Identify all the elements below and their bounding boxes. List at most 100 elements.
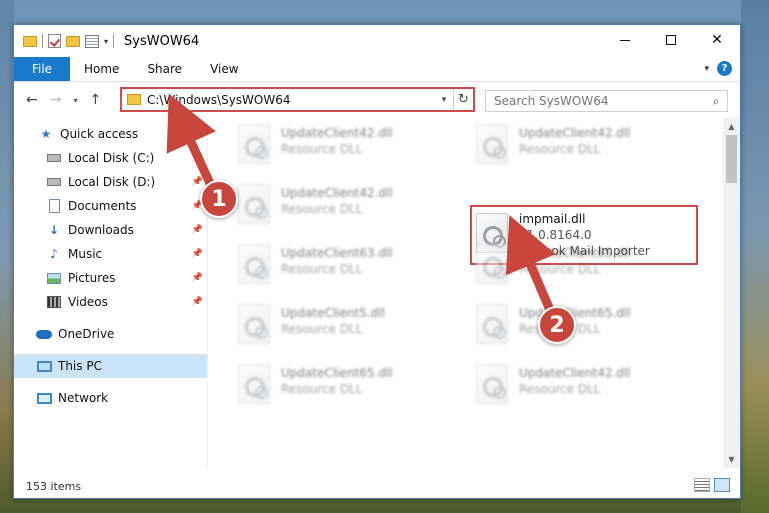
toolbar-divider	[42, 34, 43, 48]
close-icon: ✕	[711, 32, 723, 48]
list-item[interactable]: UpdateClient65.dll Resource DLL	[238, 362, 458, 412]
sidebar-item-label: Network	[58, 391, 109, 405]
address-dropdown-chevron-icon[interactable]: ▾	[435, 95, 453, 105]
tab-home[interactable]: Home	[70, 57, 133, 81]
maximize-button[interactable]	[648, 25, 694, 55]
sidebar-item-music[interactable]: ♪ Music 📌	[14, 242, 207, 266]
list-item[interactable]: UpdateClient42.dll Resource DLL	[476, 362, 696, 412]
desktop-background-left	[0, 0, 14, 513]
scroll-down-arrow-icon[interactable]: ▼	[723, 451, 740, 468]
list-item[interactable]: UpdateClient65.dll Resource DLL	[476, 302, 696, 352]
file-type: Resource DLL	[519, 262, 601, 276]
new-folder-icon[interactable]	[66, 35, 80, 47]
recent-locations-chevron-icon[interactable]: ▾	[73, 96, 77, 105]
file-name: UpdateClient42.dll	[519, 366, 631, 380]
step-2-callout: 2	[538, 306, 576, 344]
step-1-callout: 1	[200, 180, 238, 218]
documents-icon	[46, 199, 62, 213]
tab-file[interactable]: File	[14, 57, 70, 81]
file-version: 11.0.8164.0	[519, 228, 592, 242]
dll-file-icon	[476, 304, 508, 344]
customize-toolbar-chevron-icon[interactable]: ▾	[104, 37, 108, 46]
file-name: UpdateClient63.dll	[281, 246, 393, 260]
vertical-scrollbar[interactable]: ▲ ▼	[723, 118, 740, 468]
sidebar-item-label: This PC	[58, 359, 102, 373]
expand-ribbon-chevron-icon[interactable]: ▾	[704, 64, 709, 74]
title-bar: ▾ SysWOW64 ✕	[14, 25, 740, 57]
address-path[interactable]: C:\Windows\SysWOW64	[147, 93, 435, 107]
view-properties-icon[interactable]	[85, 34, 99, 48]
details-view-icon[interactable]	[694, 478, 710, 492]
item-count: 153 items	[26, 479, 82, 493]
list-item[interactable]: UpdateClient42.dll Resource DLL	[476, 122, 696, 172]
folder-icon[interactable]	[23, 35, 37, 47]
tab-share[interactable]: Share	[133, 57, 196, 81]
ribbon-tabs: File Home Share View ▾ ?	[14, 57, 740, 82]
pin-icon[interactable]: 📌	[192, 153, 203, 163]
dll-file-icon	[476, 124, 508, 164]
sidebar-item-documents[interactable]: Documents 📌	[14, 194, 207, 218]
list-item[interactable]: UpdateClient63.dll Resource DLL	[238, 242, 458, 292]
properties-check-icon[interactable]	[48, 34, 61, 48]
refresh-icon[interactable]: ↻	[453, 89, 473, 110]
sidebar-item-label: Pictures	[68, 271, 116, 285]
dll-file-icon	[238, 244, 270, 284]
pin-icon[interactable]: 📌	[192, 273, 203, 283]
folder-icon	[127, 94, 141, 105]
search-box[interactable]: ⌕	[485, 90, 728, 112]
network-icon	[36, 391, 52, 405]
large-icons-view-icon[interactable]	[714, 478, 730, 492]
file-type: Resource DLL	[281, 262, 363, 276]
scroll-up-arrow-icon[interactable]: ▲	[723, 118, 740, 135]
file-name: UpdateClient42.dll	[281, 186, 393, 200]
list-item[interactable]: UpdateClient42.dll Resource DLL	[238, 182, 458, 232]
minimize-button[interactable]	[602, 25, 648, 55]
search-icon[interactable]: ⌕	[705, 94, 727, 109]
file-type: Resource DLL	[281, 142, 363, 156]
help-button[interactable]: ?	[717, 61, 732, 76]
tab-view[interactable]: View	[196, 57, 252, 81]
address-bar[interactable]: C:\Windows\SysWOW64 ▾ ↻	[120, 87, 475, 112]
address-row: ← → ▾ ↑ C:\Windows\SysWOW64 ▾ ↻ ⌕	[14, 82, 740, 118]
pin-icon[interactable]: 📌	[192, 249, 203, 259]
list-item[interactable]: UpdateClient5.dll Resource DLL	[238, 302, 458, 352]
sidebar-item-label: Documents	[68, 199, 137, 213]
toolbar-divider	[113, 34, 115, 48]
sidebar-item-local-disk-c[interactable]: Local Disk (C:) 📌	[14, 146, 207, 170]
sidebar-item-videos[interactable]: Videos 📌	[14, 290, 207, 314]
search-input[interactable]	[494, 94, 705, 108]
sidebar-item-downloads[interactable]: ↓ Downloads 📌	[14, 218, 207, 242]
window-title: SysWOW64	[124, 33, 200, 49]
sidebar-item-this-pc[interactable]: This PC	[14, 354, 207, 378]
downloads-icon: ↓	[48, 223, 60, 237]
sidebar-item-label: Music	[68, 247, 103, 261]
sidebar-item-pictures[interactable]: Pictures 📌	[14, 266, 207, 290]
dll-file-icon	[238, 304, 270, 344]
window-controls: ✕	[602, 25, 740, 55]
drive-icon	[46, 175, 62, 189]
this-pc-icon	[36, 359, 52, 373]
star-icon: ★	[40, 127, 52, 141]
up-arrow-icon[interactable]: ↑	[89, 92, 101, 108]
forward-arrow-icon[interactable]: →	[50, 92, 62, 108]
sidebar-item-label: Local Disk (D:)	[68, 175, 156, 189]
pictures-icon	[46, 271, 62, 285]
sidebar-item-quick-access[interactable]: ★ Quick access	[14, 122, 207, 146]
sidebar-item-network[interactable]: Network	[14, 386, 207, 410]
desktop-background-right	[741, 0, 769, 513]
list-item[interactable]: UpdateClient42.dll Resource DLL	[238, 122, 458, 172]
dll-file-icon	[238, 184, 270, 224]
sidebar-item-local-disk-d[interactable]: Local Disk (D:) 📌	[14, 170, 207, 194]
navigation-buttons: ← → ▾ ↑	[14, 92, 122, 108]
scrollbar-thumb[interactable]	[726, 135, 737, 183]
close-button[interactable]: ✕	[694, 25, 740, 55]
pin-icon[interactable]: 📌	[192, 177, 203, 187]
pin-icon[interactable]: 📌	[192, 225, 203, 235]
back-arrow-icon[interactable]: ←	[26, 92, 38, 108]
sidebar-item-onedrive[interactable]: OneDrive	[14, 322, 207, 346]
sidebar-item-label: Local Disk (C:)	[68, 151, 155, 165]
list-item[interactable]: UpdateClient65.dll Resource DLL	[476, 242, 696, 292]
file-type: Resource DLL	[281, 382, 363, 396]
sidebar-item-label: Downloads	[68, 223, 134, 237]
pin-icon[interactable]: 📌	[192, 297, 203, 307]
